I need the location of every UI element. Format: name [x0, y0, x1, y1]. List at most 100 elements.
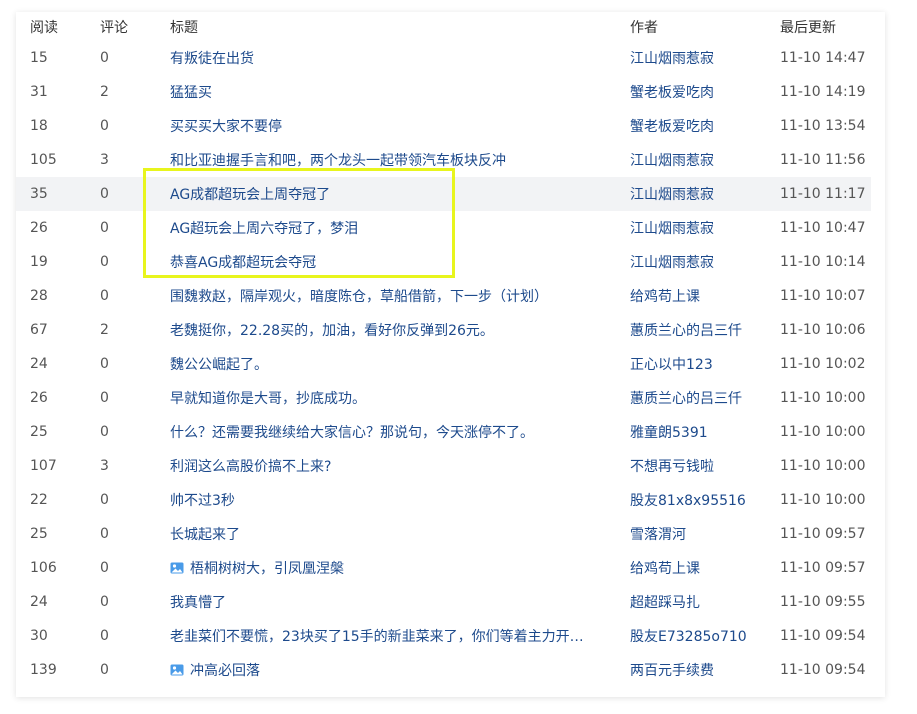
comment-count: 0	[100, 220, 109, 236]
comment-count: 2	[100, 84, 109, 100]
update-time: 11-10 11:17	[780, 186, 866, 202]
table-row[interactable]: 26 0 早就知道你是大哥，抄底成功。 蕙质兰心的吕三仟 11-10 10:00	[16, 381, 871, 415]
update-time: 11-10 14:19	[780, 84, 866, 100]
update-time: 11-10 10:06	[780, 322, 866, 338]
table-row[interactable]: 18 0 买买买大家不要停 蟹老板爱吃肉 11-10 13:54	[16, 109, 871, 143]
post-title-link[interactable]: AG成都超玩会上周夺冠了	[170, 184, 630, 204]
post-list-card: 阅读 评论 标题 作者 最后更新 15 0 有叛徒在出货 江山烟雨惹寂 11-10 14…	[16, 12, 885, 697]
author-link[interactable]: 股友E73285o710	[630, 626, 780, 646]
update-time: 11-10 10:07	[780, 288, 866, 304]
author-link[interactable]: 给鸡苟上课	[630, 558, 780, 578]
post-title-text: 早就知道你是大哥，抄底成功。	[170, 391, 366, 407]
post-title-text: 什么？还需要我继续给大家信心？那说句，今天涨停不了。	[170, 425, 534, 441]
post-title-link[interactable]: 和比亚迪握手言和吧，两个龙头一起带领汽车板块反冲	[170, 150, 630, 170]
author-link[interactable]: 蕙质兰心的吕三仟	[630, 388, 780, 408]
table-row[interactable]: 67 2 老魏挺你，22.28买的，加油，看好你反弹到26元。 蕙质兰心的吕三仟 11-…	[16, 313, 871, 347]
post-title-link[interactable]: 利润这么高股价搞不上来?	[170, 456, 630, 476]
comment-count: 0	[100, 254, 109, 270]
table-row[interactable]: 24 0 我真懵了 超超踩马扎 11-10 09:55	[16, 585, 871, 619]
table-row[interactable]: 28 0 围魏救赵，隔岸观火，暗度陈仓，草船借箭，下一步（计划） 给鸡苟上课 11-10…	[16, 279, 871, 313]
author-link[interactable]: 正心以中123	[630, 354, 780, 374]
read-count: 26	[30, 220, 48, 236]
post-title-link[interactable]: 我真懵了	[170, 592, 630, 612]
table-row[interactable]: 139 0 冲高必回落 两百元手续费 11-10 09:54	[16, 653, 871, 687]
author-link[interactable]: 江山烟雨惹寂	[630, 252, 780, 272]
author-link[interactable]: 股友81x8x95516	[630, 490, 780, 510]
author-link[interactable]: 江山烟雨惹寂	[630, 48, 780, 68]
author-link[interactable]: 江山烟雨惹寂	[630, 184, 780, 204]
author-link[interactable]: 蕙质兰心的吕三仟	[630, 320, 780, 340]
post-title-link[interactable]: 魏公公崛起了。	[170, 354, 630, 374]
post-title-link[interactable]: 恭喜AG成都超玩会夺冠	[170, 252, 630, 272]
table-row[interactable]: 24 0 魏公公崛起了。 正心以中123 11-10 10:02	[16, 347, 871, 381]
scrollbar[interactable]	[871, 12, 885, 697]
update-time: 11-10 10:00	[780, 424, 866, 440]
post-title-link[interactable]: 长城起来了	[170, 524, 630, 544]
author-link[interactable]: 两百元手续费	[630, 660, 780, 680]
comment-count: 0	[100, 628, 109, 644]
author-link[interactable]: 雅童朗5391	[630, 422, 780, 442]
read-count: 18	[30, 118, 48, 134]
update-time: 11-10 09:55	[780, 594, 866, 610]
post-title-link[interactable]: 什么？还需要我继续给大家信心？那说句，今天涨停不了。	[170, 422, 630, 442]
table-row[interactable]: 107 3 利润这么高股价搞不上来? 不想再亏钱啦 11-10 10:00	[16, 449, 871, 483]
read-count: 107	[30, 458, 57, 474]
post-title-text: 有叛徒在出货	[170, 51, 254, 67]
table-row[interactable]: 106 0 梧桐树树大，引凤凰涅槃 给鸡苟上课 11-10 09:57	[16, 551, 871, 585]
post-title-text: 恭喜AG成都超玩会夺冠	[170, 255, 317, 271]
table-row[interactable]: 25 0 什么？还需要我继续给大家信心？那说句，今天涨停不了。 雅童朗5391 11-1…	[16, 415, 871, 449]
read-count: 22	[30, 492, 48, 508]
post-title-link[interactable]: 老韭菜们不要慌，23块买了15手的新韭菜来了，你们等着主力开…	[170, 626, 630, 646]
comment-count: 0	[100, 390, 109, 406]
post-title-text: 猛猛买	[170, 85, 212, 101]
read-count: 106	[30, 560, 57, 576]
header-title: 标题	[170, 19, 198, 36]
read-count: 19	[30, 254, 48, 270]
post-title-link[interactable]: 帅不过3秒	[170, 490, 630, 510]
comment-count: 0	[100, 288, 109, 304]
post-title-link[interactable]: AG超玩会上周六夺冠了，梦泪	[170, 218, 630, 238]
table-row[interactable]: 31 2 猛猛买 蟹老板爱吃肉 11-10 14:19	[16, 75, 871, 109]
table-row[interactable]: 15 0 有叛徒在出货 江山烟雨惹寂 11-10 14:47	[16, 41, 871, 75]
post-title-link[interactable]: 老魏挺你，22.28买的，加油，看好你反弹到26元。	[170, 320, 630, 340]
table-row[interactable]: 25 0 长城起来了 雪落渭河 11-10 09:57	[16, 517, 871, 551]
author-link[interactable]: 江山烟雨惹寂	[630, 218, 780, 238]
comment-count: 0	[100, 356, 109, 372]
author-link[interactable]: 不想再亏钱啦	[630, 456, 780, 476]
table-row[interactable]: 19 0 恭喜AG成都超玩会夺冠 江山烟雨惹寂 11-10 10:14	[16, 245, 871, 279]
table-row[interactable]: 105 3 和比亚迪握手言和吧，两个龙头一起带领汽车板块反冲 江山烟雨惹寂 11-10 …	[16, 143, 871, 177]
update-time: 11-10 10:47	[780, 220, 866, 236]
comment-count: 0	[100, 186, 109, 202]
header-comment: 评论	[100, 19, 128, 36]
header-author: 作者	[630, 19, 658, 36]
post-title-text: AG超玩会上周六夺冠了，梦泪	[170, 221, 359, 237]
post-title-link[interactable]: 围魏救赵，隔岸观火，暗度陈仓，草船借箭，下一步（计划）	[170, 286, 630, 306]
post-title-link[interactable]: 冲高必回落	[170, 660, 630, 680]
update-time: 11-10 10:14	[780, 254, 866, 270]
comment-count: 3	[100, 458, 109, 474]
post-title-text: 和比亚迪握手言和吧，两个龙头一起带领汽车板块反冲	[170, 153, 506, 169]
post-title-link[interactable]: 买买买大家不要停	[170, 116, 630, 136]
author-link[interactable]: 给鸡苟上课	[630, 286, 780, 306]
post-title-link[interactable]: 梧桐树树大，引凤凰涅槃	[170, 558, 630, 578]
header-updated: 最后更新	[780, 19, 836, 36]
table-row[interactable]: 35 0 AG成都超玩会上周夺冠了 江山烟雨惹寂 11-10 11:17	[16, 177, 871, 211]
author-link[interactable]: 雪落渭河	[630, 524, 780, 544]
post-title-text: 买买买大家不要停	[170, 119, 282, 135]
author-link[interactable]: 蟹老板爱吃肉	[630, 116, 780, 136]
author-link[interactable]: 蟹老板爱吃肉	[630, 82, 780, 102]
author-link[interactable]: 超超踩马扎	[630, 592, 780, 612]
table-row[interactable]: 22 0 帅不过3秒 股友81x8x95516 11-10 10:00	[16, 483, 871, 517]
update-time: 11-10 10:02	[780, 356, 866, 372]
table-row[interactable]: 26 0 AG超玩会上周六夺冠了，梦泪 江山烟雨惹寂 11-10 10:47	[16, 211, 871, 245]
table-row[interactable]: 30 0 老韭菜们不要慌，23块买了15手的新韭菜来了，你们等着主力开… 股友E732…	[16, 619, 871, 653]
read-count: 25	[30, 424, 48, 440]
read-count: 31	[30, 84, 48, 100]
read-count: 139	[30, 662, 57, 678]
comment-count: 0	[100, 50, 109, 66]
post-title-link[interactable]: 有叛徒在出货	[170, 48, 630, 68]
author-link[interactable]: 江山烟雨惹寂	[630, 150, 780, 170]
read-count: 105	[30, 152, 57, 168]
post-title-link[interactable]: 猛猛买	[170, 82, 630, 102]
post-title-link[interactable]: 早就知道你是大哥，抄底成功。	[170, 388, 630, 408]
